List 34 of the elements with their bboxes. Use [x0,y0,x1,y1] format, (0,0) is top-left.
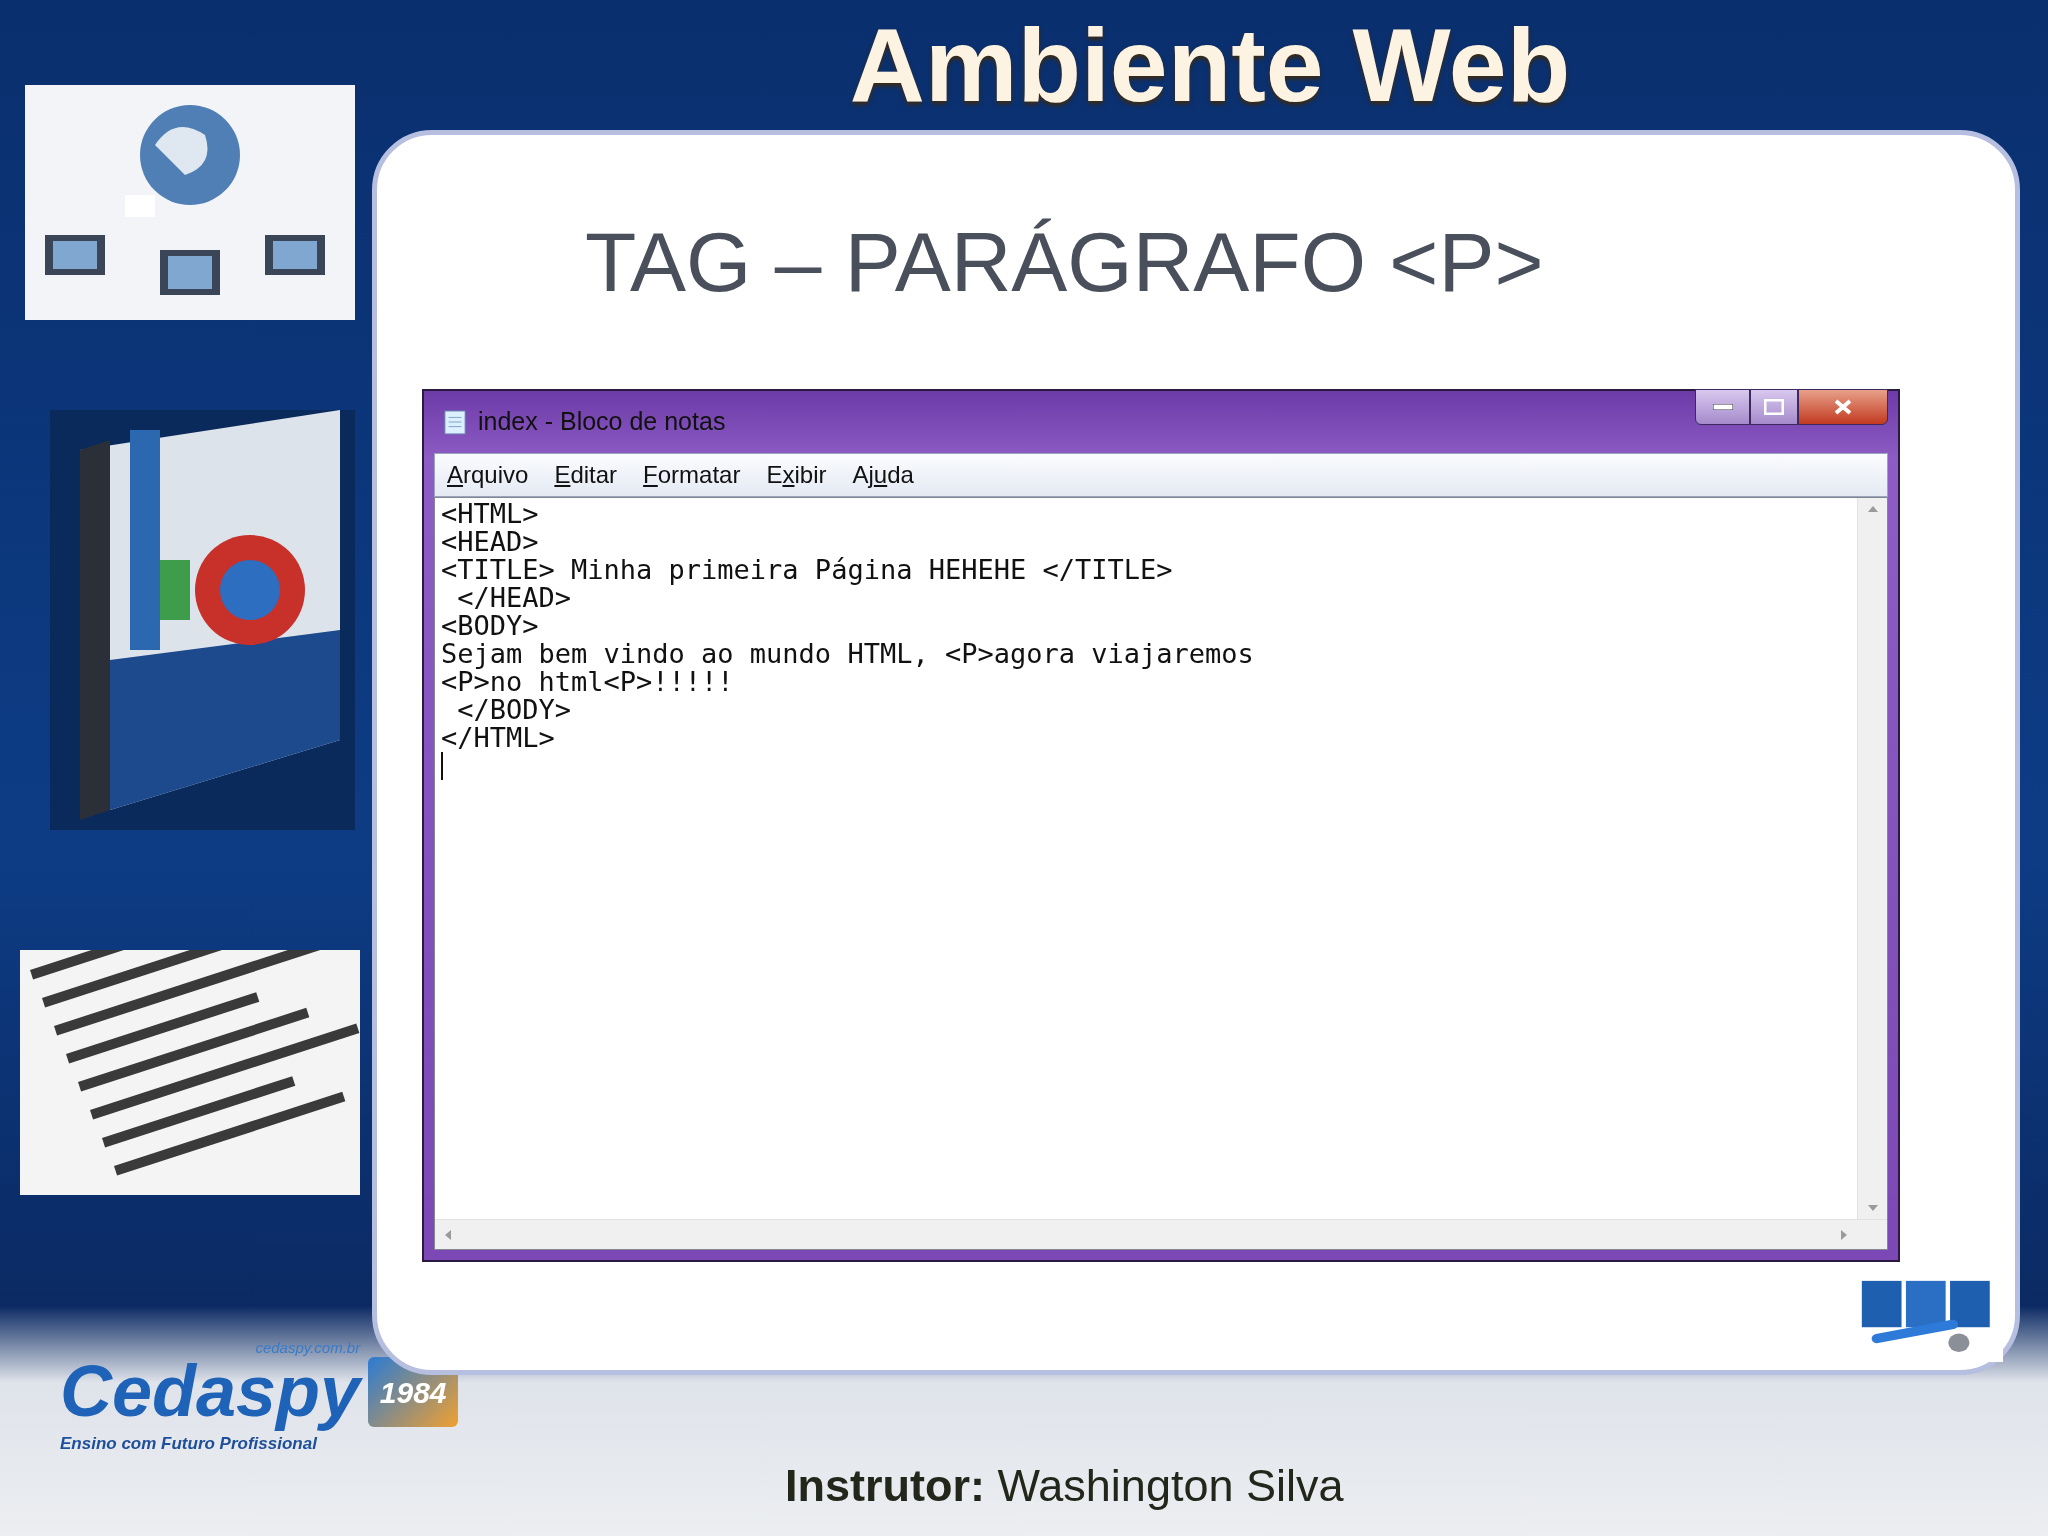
close-icon [1834,399,1852,415]
code-line: <HEAD> [441,528,539,556]
menu-item[interactable]: Arquivo [447,457,529,493]
scroll-up-icon [1867,506,1878,512]
menu-item[interactable]: Editar [554,457,618,493]
size-grip[interactable] [1857,1219,1887,1249]
code-line: <P>no html<P>!!!!! [441,668,734,696]
menu-item[interactable]: Ajuda [852,457,914,493]
close-button[interactable] [1798,389,1888,425]
text-cursor [441,752,443,780]
code-line: <HTML> [441,500,539,528]
code-line: </BODY> [456,696,572,724]
code-line: Sejam bem vindo ao mundo HTML, <P>agora viajaremos [441,640,1254,668]
menu-item[interactable]: Formatar [643,457,741,493]
notepad-icon [444,409,466,435]
code-line: </HEAD> [456,584,572,612]
vertical-scrollbar[interactable] [1857,498,1887,1219]
code-line: <BODY> [441,612,539,640]
menu-item[interactable]: Exibir [766,457,827,493]
code-line: <TITLE> Minha primeira Página HEHEHE </TITLE> [441,556,1173,584]
instructor-credit: Instrutor: Washington Silva [785,1463,1345,1508]
minimize-icon [1712,404,1733,410]
scroll-down-icon [1867,1205,1878,1211]
minimize-button[interactable] [1695,389,1750,425]
window-title: index - Bloco de notas [478,406,726,438]
logo-url: cedaspy.com.br [255,1340,361,1355]
slide-title: Ambiente Web [849,13,1571,117]
logo-tagline: Ensino com Futuro Profissional [60,1433,319,1455]
scroll-right-icon [1841,1229,1847,1240]
scroll-left-icon [445,1229,451,1240]
maximize-button[interactable] [1750,389,1798,425]
code-line: </HTML> [441,724,555,752]
slide-heading: TAG – PARÁGRAFO <P> [585,220,1545,304]
maximize-icon [1764,399,1784,415]
